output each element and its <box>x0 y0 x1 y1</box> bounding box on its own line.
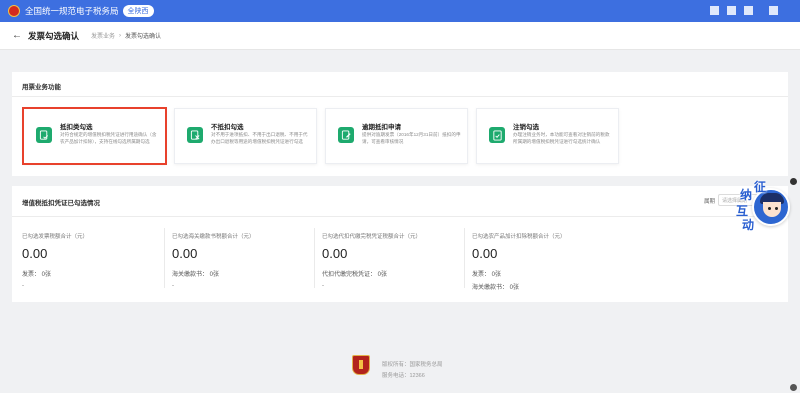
invoice-check-icon <box>36 127 52 143</box>
card-deregistration-selection[interactable]: 注销勾选 办理注销业务时，本功能可查看对注销前的税款所属期的增值税扣税凭证进行勾… <box>476 108 619 164</box>
card-description: 对不用于进项抵扣、不用于出口退税、不用于代办出口退税等用途的增值税扣税凭证进行勾… <box>211 132 308 144</box>
message-icon[interactable] <box>727 6 736 15</box>
section-title-functions: 用票业务功能 <box>22 84 61 91</box>
card-overdue-deduction-application[interactable]: 逾期抵扣申请 提供对逾期发票（2016年12月31日前）抵扣的申请，可查看审核情… <box>325 108 468 164</box>
card-description: 对符合规定的增值税扣税凭证进行用途确认（含农产品加计扣除），支持在线勾选所属期勾… <box>60 132 157 144</box>
card-description: 提供对逾期发票（2016年12月31日前）抵扣的申请，可查看审核情况 <box>362 132 461 144</box>
card-title: 不抵扣勾选 <box>211 124 244 131</box>
stat-label: 已勾选海关缴款书税额合计（元） <box>172 234 255 240</box>
tax-emblem-icon <box>8 5 20 17</box>
stat-count: 发票： 0张 <box>22 272 52 278</box>
card-title: 注销勾选 <box>513 124 539 131</box>
assistant-widget[interactable]: 征 纳 互 动 <box>736 180 790 234</box>
stat-count-customs: 海关缴款书： 0张 <box>472 285 520 291</box>
card-description: 办理注销业务时，本功能可查看对注销前的税款所属期的增值税扣税凭证进行勾选统计确认 <box>513 132 610 144</box>
user-menu-icon[interactable] <box>710 6 719 15</box>
arrow-left-icon[interactable]: ← <box>12 30 22 41</box>
stat-value: 0.00 <box>172 246 198 261</box>
top-header-bar: 全国统一规范电子税务局 全陕西 <box>0 0 800 22</box>
stat-value: 0.00 <box>472 246 498 261</box>
period-label: 属期 <box>704 199 716 205</box>
exit-icon[interactable] <box>769 6 778 15</box>
card-title: 逾期抵扣申请 <box>362 124 401 131</box>
breadcrumb-item-invoice-business[interactable]: 发票业务 <box>91 31 115 40</box>
stat-value: 0.00 <box>322 246 348 261</box>
tax-bureau-logo-icon <box>352 355 370 375</box>
region-badge[interactable]: 全陕西 <box>122 5 154 17</box>
stat-label: 已勾选发票税额合计（元） <box>22 234 89 240</box>
assistant-char: 征 <box>754 180 767 194</box>
card-non-deductible-selection[interactable]: 不抵扣勾选 对不用于进项抵扣、不用于出口退税、不用于代办出口退税等用途的增值税扣… <box>174 108 317 164</box>
scrollbar-handle[interactable] <box>790 178 797 185</box>
stat-count: 海关缴款书： 0张 <box>172 272 220 278</box>
stat-extra: - <box>322 283 324 289</box>
section-title-summary: 增值税抵扣凭证已勾选情况 <box>22 200 100 207</box>
document-check-icon <box>489 127 505 143</box>
footer-sponsor: 版权所有：国家税务总局 <box>382 362 443 368</box>
scrollbar-handle-bottom[interactable] <box>790 384 797 391</box>
footer-hotline: 服务电话：12366 <box>382 373 425 379</box>
stat-label: 已勾选农产品加计扣除税额合计（元） <box>472 234 566 240</box>
card-deductible-selection[interactable]: 抵扣类勾选 对符合规定的增值税扣税凭证进行用途确认（含农产品加计扣除），支持在线… <box>22 107 167 165</box>
page-title: 发票勾选确认 <box>28 30 80 41</box>
column-divider <box>314 228 315 288</box>
section-divider <box>12 96 788 97</box>
stat-label: 已勾选代扣代缴完税凭证税额合计（元） <box>322 234 422 240</box>
pen-edit-icon <box>338 127 354 143</box>
stat-agricultural-deduction: 已勾选农产品加计扣除税额合计（元） 0.00 发票： 0张 海关缴款书： 0张 <box>472 232 566 291</box>
assistant-char: 纳 <box>740 188 753 202</box>
card-title: 抵扣类勾选 <box>60 124 93 131</box>
stat-value: 0.00 <box>22 246 48 261</box>
stat-count: 发票： 0张 <box>472 272 502 278</box>
breadcrumb-item-current: 发票勾选确认 <box>125 34 162 40</box>
column-divider <box>464 228 465 288</box>
settings-icon[interactable] <box>744 6 753 15</box>
assistant-char: 动 <box>742 218 755 232</box>
column-divider <box>164 228 165 288</box>
top-actions <box>710 6 778 15</box>
invoice-cross-icon <box>187 127 203 143</box>
stat-customs-tax: 已勾选海关缴款书税额合计（元） 0.00 海关缴款书： 0张 - <box>172 232 255 289</box>
section-divider <box>12 216 788 217</box>
stat-extra: - <box>22 283 24 289</box>
breadcrumb-separator: › <box>119 32 122 39</box>
site-title: 全国统一规范电子税务局 <box>25 6 119 16</box>
stat-extra: - <box>172 283 174 289</box>
stat-invoice-tax: 已勾选发票税额合计（元） 0.00 发票： 0张 - <box>22 232 88 289</box>
stat-withholding-tax: 已勾选代扣代缴完税凭证税额合计（元） 0.00 代扣代缴完税凭证： 0张 - <box>322 232 421 289</box>
stat-count: 代扣代缴完税凭证： 0张 <box>322 272 388 278</box>
breadcrumb-bar: ← 发票勾选确认 发票业务 › 发票勾选确认 <box>0 22 800 50</box>
